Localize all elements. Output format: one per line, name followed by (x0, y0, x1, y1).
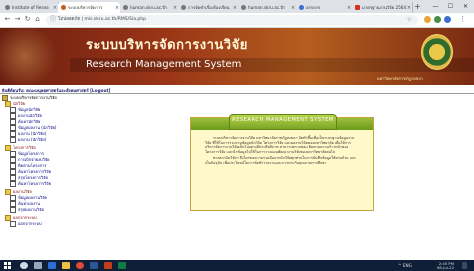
menu-kebab-icon[interactable]: ⋮ (458, 15, 467, 24)
tab-title: อรรถกร (306, 5, 321, 10)
tab-favicon-icon (241, 5, 246, 10)
panel-header-title: RESEARCH MANAGEMENT SYSTEM (232, 117, 334, 123)
home-icon[interactable]: ⌂ (33, 15, 42, 24)
file-explorer-icon[interactable] (62, 262, 70, 269)
page-icon (10, 221, 16, 227)
browser-tab[interactable]: มาตรฐานงานวิจัย 2564 × (352, 2, 413, 13)
clock[interactable]: 2:45 PM 08-Jul-22 (432, 262, 454, 270)
tab-title: มาตรฐานงานวิจัย 2564 (362, 5, 406, 10)
edge-icon[interactable] (48, 262, 56, 269)
tree-item[interactable]: ออกจากระบบ (10, 221, 42, 227)
navigation-tree: ระบบบริหารจัดการงานวิจัย นักวิจัย ข้อมูล… (0, 95, 120, 260)
task-view-icon[interactable] (34, 262, 42, 269)
browser-tab[interactable]: human.skru.ac.th × (120, 2, 179, 13)
forward-icon[interactable]: → (13, 15, 22, 24)
browser-tab[interactable]: การจัดทำเรื่องร้องเรียน × (178, 2, 239, 13)
tree-item[interactable]: สรุปผลงานวิจัย (10, 207, 44, 213)
profile-avatar[interactable] (444, 16, 451, 23)
tab-favicon-icon (123, 5, 128, 10)
back-icon[interactable]: ← (3, 15, 12, 24)
tree-item-label: ออกจากระบบ (18, 221, 42, 226)
search-icon[interactable] (20, 262, 28, 269)
university-name: มหาวิทยาลัยราชภัฏสงขลา (377, 76, 424, 81)
university-seal-logo (421, 34, 453, 70)
tab-title: Institute of Resea (12, 5, 49, 10)
panel-body: ระบบบริหารจัดการงานวิจัย มหาวิทยาลัยราชภ… (205, 136, 359, 168)
extension-icon[interactable] (434, 16, 441, 23)
banner-ornament (0, 28, 70, 85)
reload-icon[interactable]: ↻ (23, 15, 32, 24)
page-icon (10, 181, 16, 187)
page-icon (10, 137, 16, 143)
panel-paragraph: ระบบบริหารจัดการงานวิจัย มหาวิทยาลัยราชภ… (205, 136, 355, 154)
close-tab-icon[interactable]: × (406, 5, 412, 11)
tab-title: human.skru.ac.th (130, 5, 167, 10)
browser-tab-bar: Institute of Resea × ระบบบริหารจัดการ × … (0, 0, 474, 13)
address-toolbar: ← → ↻ ⌂ ⓘ ไม่ปลอดภัย | mis.skru.ac.th/RM… (0, 13, 474, 28)
browser-tab[interactable]: human.skru.ac.th × (238, 2, 297, 13)
clock-date: 08-Jul-22 (436, 264, 454, 270)
browser-tab[interactable]: Institute of Resea × (2, 2, 59, 13)
user-status-bar: ยินดีต้อนรับ: คณะมนุษยศาสตร์และสังคมศาสต… (0, 86, 474, 94)
notification-icon[interactable] (462, 262, 467, 269)
welcome-logout-text[interactable]: ยินดีต้อนรับ: คณะมนุษยศาสตร์และสังคมศาสต… (2, 87, 110, 94)
windows-taskbar: ^ ENG 2:45 PM 08-Jul-22 (0, 260, 474, 271)
tab-title: การจัดทำเรื่องร้องเรียน (188, 5, 230, 10)
panel-paragraph: ทางสถาบันวิจัยฯ จึงใคร่ขอความร่วมมือจากน… (205, 156, 357, 165)
maximize-icon[interactable]: ☐ (443, 0, 458, 13)
panel-header-tab: RESEARCH MANAGEMENT SYSTEM (229, 114, 337, 130)
tab-title: ระบบบริหารจัดการ (68, 5, 103, 10)
site-title-english: Research Management System (86, 59, 242, 70)
tree-item-label: ผลงาน (นักวิจัย) (18, 137, 47, 142)
url-bar[interactable]: ⓘ ไม่ปลอดภัย | mis.skru.ac.th/RMS/Sia.ph… (46, 15, 418, 25)
tree-item[interactable]: ค้นหาโครงการวิจัย (10, 181, 51, 187)
browser-tab-active[interactable]: ระบบบริหารจัดการ × (58, 2, 120, 13)
gmail-favicon-icon (355, 5, 360, 10)
tab-favicon-icon (61, 5, 66, 10)
tab-favicon-icon (181, 5, 186, 10)
site-banner: ระบบบริหารจัดการงานวิจัย Research Manage… (0, 28, 474, 85)
system-tray-text[interactable]: ^ ENG (398, 262, 412, 269)
site-title-thai: ระบบบริหารจัดการงานวิจัย (86, 38, 248, 53)
excel-icon[interactable] (118, 262, 126, 269)
page-icon (10, 207, 16, 213)
bookmark-star-icon[interactable]: ☆ (407, 15, 412, 25)
powerpoint-icon[interactable] (104, 262, 112, 269)
windows-start-icon[interactable] (4, 262, 11, 269)
new-tab-button[interactable]: + (414, 2, 421, 12)
tab-title: human.skru.ac.th (248, 5, 285, 10)
welcome-panel: RESEARCH MANAGEMENT SYSTEM ระบบบริหารจัด… (190, 114, 374, 211)
tree-item-label: สรุปผลงานวิจัย (18, 207, 44, 212)
info-icon[interactable]: ⓘ (50, 16, 56, 24)
close-window-icon[interactable]: ✕ (458, 0, 473, 13)
tab-favicon-icon (299, 5, 304, 10)
word-icon[interactable] (90, 262, 98, 269)
tab-favicon-icon (5, 5, 10, 10)
url-text: ไม่ปลอดภัย | mis.skru.ac.th/RMS/Sia.php (58, 17, 146, 22)
extension-icon[interactable] (424, 16, 431, 23)
browser-tab[interactable]: อรรถกร × (296, 2, 353, 13)
minimize-icon[interactable]: — (428, 0, 443, 13)
tree-item-label: ค้นหาโครงการวิจัย (18, 181, 51, 186)
tree-item[interactable]: ผลงาน (นักวิจัย) (10, 137, 46, 143)
chrome-icon[interactable] (76, 262, 84, 269)
